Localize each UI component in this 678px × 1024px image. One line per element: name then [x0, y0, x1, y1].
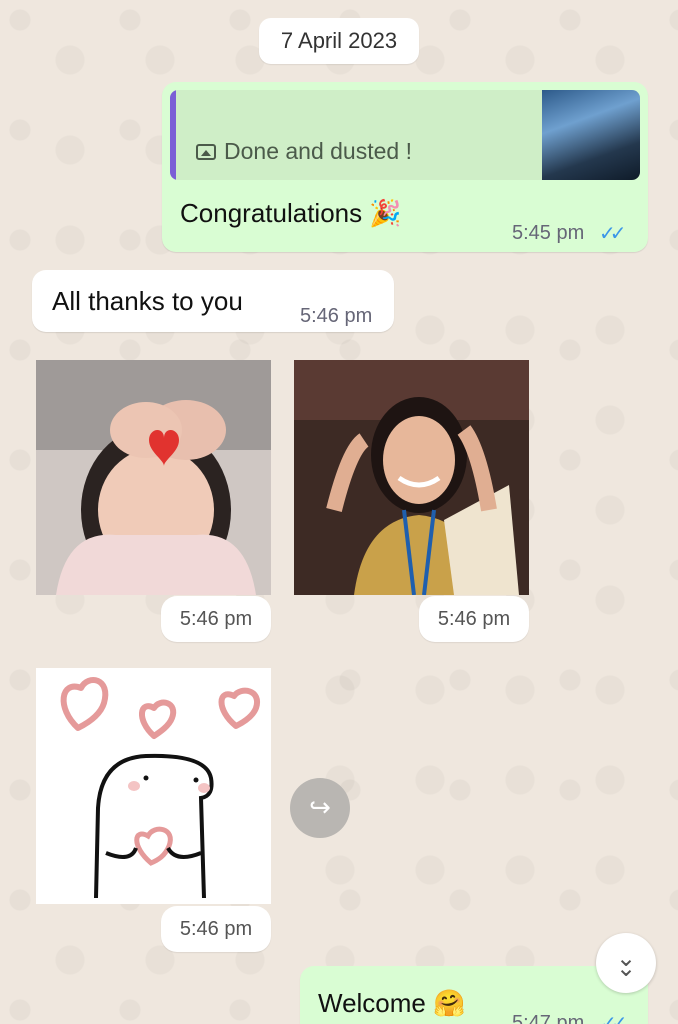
hugging-face-icon: 🤗 — [433, 989, 466, 1019]
image-message-child-heart[interactable] — [36, 360, 271, 595]
message-text: All thanks to you — [52, 286, 243, 316]
quote-accent-bar — [170, 90, 176, 180]
welcome-text: Welcome — [318, 988, 426, 1018]
quoted-message-preview: Done and dusted ! — [196, 138, 412, 165]
message-text: Welcome 🤗 — [318, 988, 466, 1019]
sticker-message-hearts[interactable] — [36, 668, 271, 904]
message-time: 5:46 pm — [300, 305, 373, 327]
image-time-child: 5:46 pm — [161, 596, 271, 642]
image-icon — [196, 143, 216, 160]
message-time: 5:47 pm — [512, 1012, 585, 1024]
child-photo-illustration — [36, 360, 271, 595]
quoted-image-thumbnail — [542, 90, 640, 180]
message-time: 5:45 pm — [512, 222, 585, 244]
message-bubble-thanks[interactable]: All thanks to you 5:46 pm — [32, 270, 394, 332]
congratulations-text: Congratulations — [180, 198, 363, 228]
woman-photo-illustration — [294, 360, 529, 595]
quoted-message[interactable]: Done and dusted ! — [170, 90, 640, 180]
read-receipt-icon: ✓✓ — [599, 223, 626, 245]
date-separator: 7 April 2023 — [259, 18, 419, 64]
hearts-sticker-illustration — [60, 677, 261, 899]
double-chevron-down-icon: ⌄ ⌄ — [615, 946, 637, 982]
message-text: Congratulations 🎉 — [180, 198, 402, 229]
message-bubble-congratulations[interactable]: Done and dusted ! Congratulations 🎉 5:45… — [162, 82, 648, 252]
read-receipt-icon: ✓✓ — [600, 1013, 627, 1024]
forward-icon: ↪ — [309, 793, 331, 823]
forward-button[interactable]: ↪ — [290, 778, 350, 838]
message-bubble-welcome[interactable]: Welcome 🤗 5:47 pm ✓✓ — [300, 966, 648, 1024]
chevron-down-icon: ⌄ — [615, 954, 637, 982]
image-time-woman: 5:46 pm — [419, 596, 529, 642]
sticker-time: 5:46 pm — [161, 906, 271, 952]
scroll-to-bottom-button[interactable]: ⌄ ⌄ — [596, 933, 656, 993]
party-popper-icon: 🎉 — [369, 199, 402, 229]
quoted-message-text: Done and dusted ! — [224, 138, 412, 164]
image-message-woman-smiling[interactable] — [294, 360, 529, 595]
